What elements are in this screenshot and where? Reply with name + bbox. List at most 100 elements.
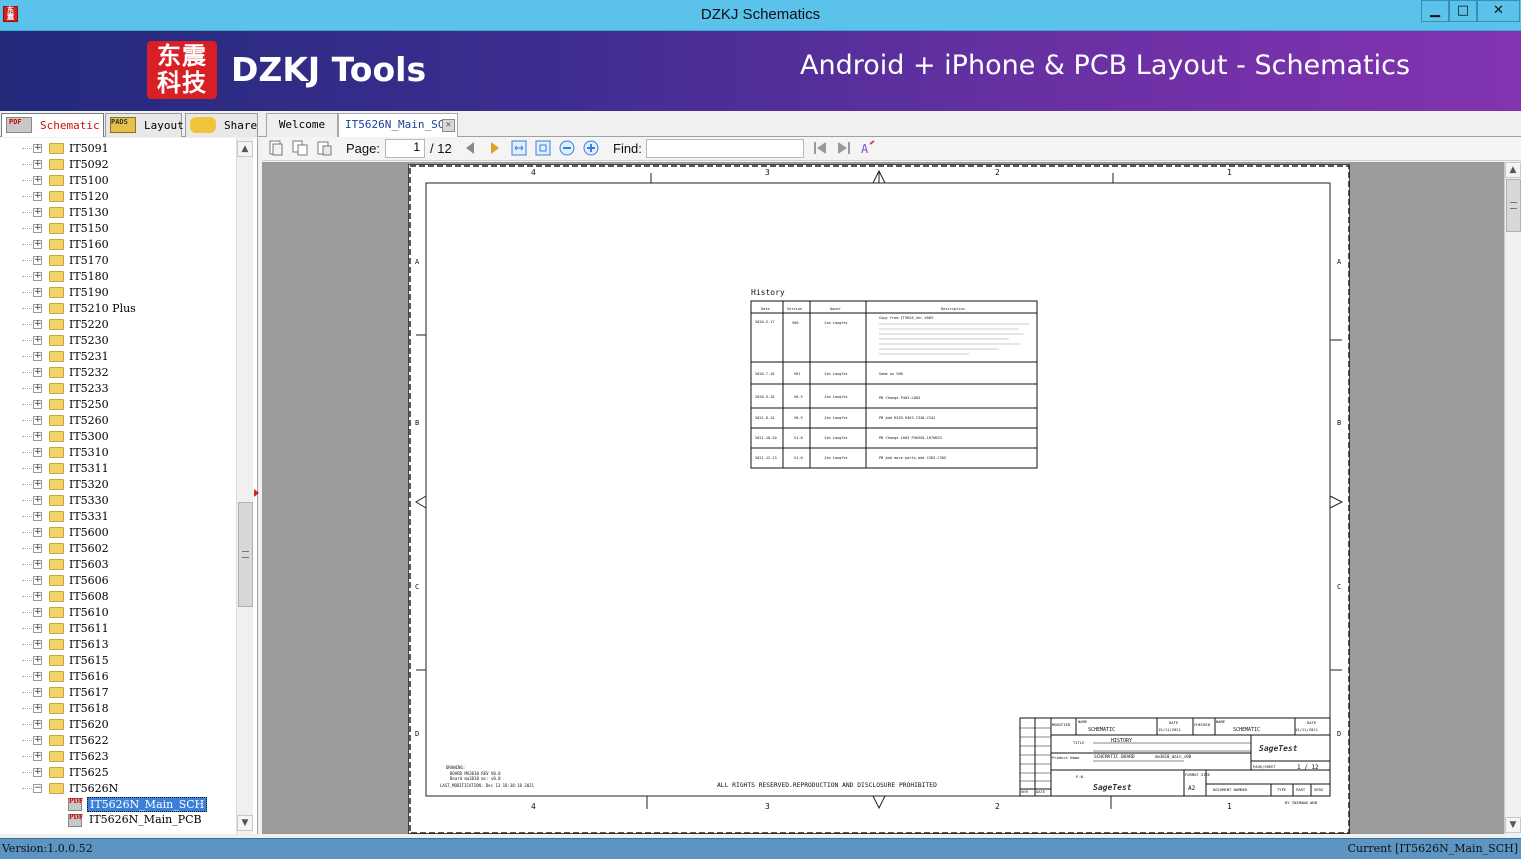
tree-folder-item[interactable]: + IT5610 [0,605,236,621]
expand-icon[interactable]: + [33,304,42,313]
tree-folder-item[interactable]: + IT5603 [0,557,236,573]
tree-folder-item[interactable]: + IT5300 [0,429,236,445]
collapse-panel-icon[interactable] [254,489,259,497]
tree-folder-item[interactable]: + IT5616 [0,669,236,685]
tab-schematic[interactable]: PDF Schematic [1,113,104,137]
expand-icon[interactable]: + [33,432,42,441]
tree-folder-item[interactable]: + IT5092 [0,157,236,173]
page-number-input[interactable]: 1 [385,139,425,158]
expand-icon[interactable]: + [33,176,42,185]
expand-icon[interactable]: + [33,608,42,617]
expand-icon[interactable]: + [33,528,42,537]
expand-icon[interactable]: + [33,672,42,681]
tree-scrollbar[interactable]: ▲ ▼ [236,138,253,834]
document-viewer[interactable]: 4 3 2 1 4 3 2 1 A B C D A B C D History … [262,162,1504,834]
expand-icon[interactable]: + [33,512,42,521]
tree-file-item[interactable]: PDF IT5626N_Main_PCB [0,813,236,829]
expand-icon[interactable]: + [33,464,42,473]
expand-icon[interactable]: + [33,352,42,361]
tree-folder-item[interactable]: + IT5615 [0,653,236,669]
expand-icon[interactable]: + [33,688,42,697]
tab-layout[interactable]: PADS Layout [105,113,184,137]
tab-it5626n-main-sch[interactable]: IT5626N_Main_SCH ✕ [338,113,458,137]
copy-icon[interactable] [292,140,308,156]
tree-folder-item[interactable]: + IT5622 [0,733,236,749]
tree-folder-item[interactable]: − IT5626N [0,781,236,797]
tree-folder-item[interactable]: + IT5331 [0,509,236,525]
maximize-button[interactable]: □ [1449,0,1477,22]
tree-folder-item[interactable]: + IT5210 Plus [0,301,236,317]
expand-icon[interactable]: + [33,704,42,713]
viewer-scrollbar[interactable]: ▲ ▼ [1504,162,1521,834]
expand-icon[interactable]: + [33,320,42,329]
zoom-out-icon[interactable] [559,140,575,156]
tree-folder-item[interactable]: + IT5602 [0,541,236,557]
tree-folder-item[interactable]: + IT5625 [0,765,236,781]
find-previous-icon[interactable] [812,140,828,156]
tree-folder-item[interactable]: + IT5170 [0,253,236,269]
expand-icon[interactable]: + [33,144,42,153]
close-button[interactable]: ✕ [1477,0,1520,22]
find-input[interactable] [646,139,804,158]
expand-icon[interactable]: + [33,768,42,777]
tree-folder-item[interactable]: + IT5120 [0,189,236,205]
zoom-in-icon[interactable] [583,140,599,156]
tree-folder-item[interactable]: + IT5320 [0,477,236,493]
tree-folder-item[interactable]: + IT5608 [0,589,236,605]
open-file-icon[interactable] [268,140,284,156]
expand-icon[interactable]: + [33,736,42,745]
expand-icon[interactable]: + [33,416,42,425]
tree-folder-item[interactable]: + IT5130 [0,205,236,221]
expand-icon[interactable]: + [33,336,42,345]
expand-icon[interactable]: + [33,544,42,553]
expand-icon[interactable]: + [33,384,42,393]
expand-icon[interactable]: + [33,448,42,457]
collapse-icon[interactable]: − [33,784,42,793]
tree-file-item[interactable]: PDF IT5626N_Main_SCH [0,797,236,813]
tree-folder-item[interactable]: + IT5623 [0,749,236,765]
tree-folder-item[interactable]: + IT5180 [0,269,236,285]
tab-welcome[interactable]: Welcome [266,113,338,137]
tree-folder-item[interactable]: + IT5310 [0,445,236,461]
scroll-down-icon[interactable]: ▼ [237,815,253,831]
expand-icon[interactable]: + [33,224,42,233]
tab-share[interactable]: Share [185,113,258,137]
prev-page-icon[interactable] [462,140,478,156]
expand-icon[interactable]: + [33,752,42,761]
scroll-down-icon[interactable]: ▼ [1505,817,1521,833]
tree-folder-item[interactable]: + IT5620 [0,717,236,733]
fit-width-icon[interactable] [511,140,527,156]
tree-folder-item[interactable]: + IT5220 [0,317,236,333]
tree-folder-item[interactable]: + IT5233 [0,381,236,397]
expand-icon[interactable]: + [33,592,42,601]
expand-icon[interactable]: + [33,640,42,649]
tree-folder-item[interactable]: + IT5330 [0,493,236,509]
expand-icon[interactable]: + [33,576,42,585]
viewer-scroll-thumb[interactable] [1506,179,1521,232]
tree-folder-item[interactable]: + IT5600 [0,525,236,541]
tree-folder-item[interactable]: + IT5618 [0,701,236,717]
expand-icon[interactable]: + [33,256,42,265]
next-page-icon[interactable] [487,140,503,156]
tree-folder-item[interactable]: + IT5100 [0,173,236,189]
tree-folder-item[interactable]: + IT5150 [0,221,236,237]
expand-icon[interactable]: + [33,208,42,217]
tree-scroll-thumb[interactable] [238,502,253,607]
tree-folder-item[interactable]: + IT5160 [0,237,236,253]
expand-icon[interactable]: + [33,400,42,409]
tree-folder-item[interactable]: + IT5232 [0,365,236,381]
expand-icon[interactable]: + [33,624,42,633]
scroll-up-icon[interactable]: ▲ [1505,162,1521,178]
highlight-text-icon[interactable]: A [860,140,876,156]
tree-folder-item[interactable]: + IT5606 [0,573,236,589]
expand-icon[interactable]: + [33,656,42,665]
tree-folder-item[interactable]: + IT5231 [0,349,236,365]
scroll-up-icon[interactable]: ▲ [237,141,253,157]
expand-icon[interactable]: + [33,240,42,249]
expand-icon[interactable]: + [33,272,42,281]
tree-folder-item[interactable]: + IT5190 [0,285,236,301]
minimize-button[interactable]: ▁ [1421,0,1449,22]
tree-folder-item[interactable]: + IT5091 [0,141,236,157]
fit-page-icon[interactable] [535,140,551,156]
tree-folder-item[interactable]: + IT5613 [0,637,236,653]
